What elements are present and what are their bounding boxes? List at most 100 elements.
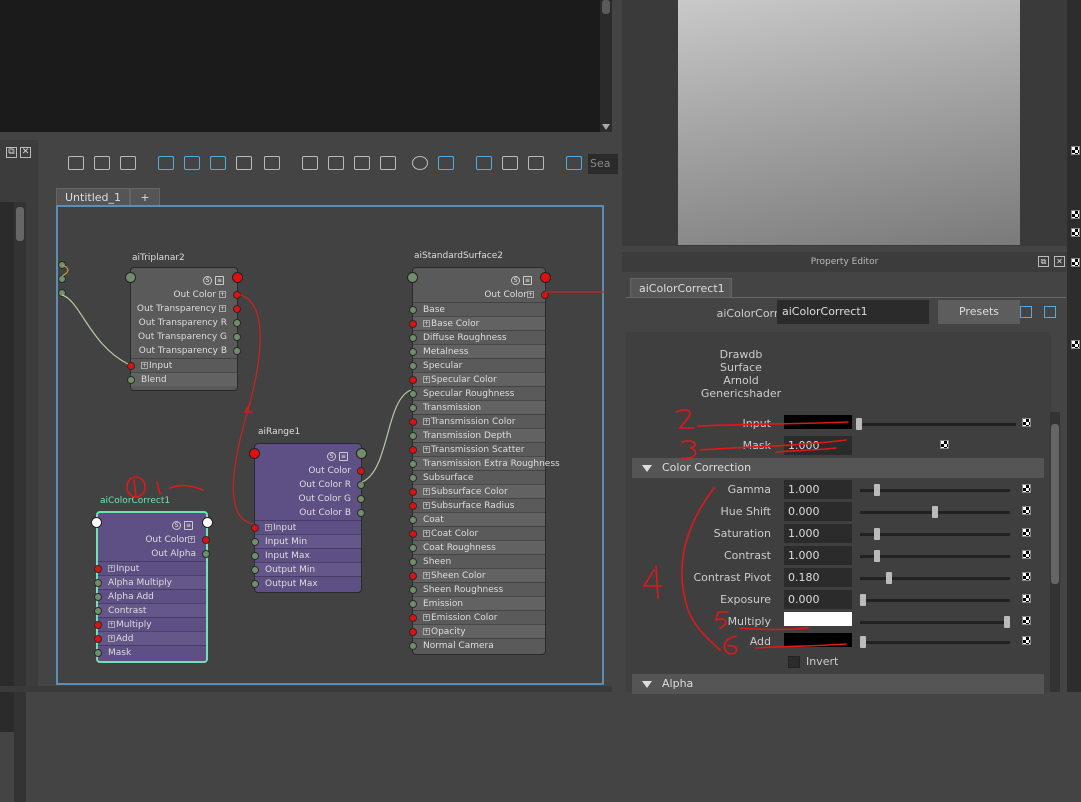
port-sheen-roughness[interactable]: Sheen Roughness bbox=[409, 582, 545, 596]
swatch-icon[interactable] bbox=[438, 156, 454, 170]
map-button-icon[interactable] bbox=[1022, 418, 1031, 427]
gamma-field[interactable]: 1.000 bbox=[784, 480, 852, 499]
port-subsurface[interactable]: Subsurface bbox=[409, 470, 545, 484]
swatch-toggle-icon[interactable]: S bbox=[511, 276, 520, 285]
tab-untitled[interactable]: Untitled_1 bbox=[56, 188, 131, 206]
contrast-pivot-slider[interactable] bbox=[860, 572, 1010, 584]
search-icon[interactable] bbox=[412, 156, 428, 170]
port-base-color[interactable]: + Base Color bbox=[409, 316, 545, 330]
hue-shift-field[interactable]: 0.000 bbox=[784, 502, 852, 521]
remove-icon[interactable] bbox=[264, 156, 280, 170]
input-color-swatch[interactable] bbox=[784, 415, 852, 429]
port-normal-camera[interactable]: Normal Camera bbox=[409, 638, 545, 652]
view-simple-icon[interactable] bbox=[302, 156, 318, 170]
add-tab-button[interactable]: + bbox=[130, 188, 160, 206]
viewport-scrollbar[interactable] bbox=[600, 0, 612, 132]
node-standard-surface[interactable]: S ≡ Out Color+ Base + Base Color Diffuse Rou… bbox=[407, 267, 560, 655]
search-input[interactable]: Sea bbox=[588, 154, 618, 174]
show-icon[interactable] bbox=[1020, 306, 1032, 318]
node-triplanar[interactable]: S ≡ Out Color + Out Transparency + Out Tr… bbox=[125, 267, 243, 391]
map-button-icon[interactable] bbox=[1022, 550, 1031, 559]
input-connections-icon[interactable] bbox=[68, 156, 84, 170]
port-coat[interactable]: Coat bbox=[409, 512, 545, 526]
map-button-icon[interactable] bbox=[1022, 528, 1031, 537]
swatch-toggle-icon[interactable]: S bbox=[172, 521, 181, 530]
port-sheen-color[interactable]: + Sheen Color bbox=[409, 568, 545, 582]
output-connections-icon[interactable] bbox=[120, 156, 136, 170]
graph-icon[interactable] bbox=[236, 156, 252, 170]
viewport-panel[interactable] bbox=[0, 0, 612, 132]
port-specular-roughness[interactable]: Specular Roughness bbox=[409, 386, 545, 400]
map-button-icon[interactable] bbox=[940, 440, 949, 449]
map-button-icon[interactable] bbox=[1022, 616, 1031, 625]
align-icon[interactable] bbox=[210, 156, 226, 170]
close-icon[interactable]: ✕ bbox=[20, 147, 31, 158]
map-button-icon[interactable] bbox=[1022, 594, 1031, 603]
expand-icon[interactable]: ≡ bbox=[523, 276, 532, 285]
input-output-connections-icon[interactable] bbox=[94, 156, 110, 170]
saturation-field[interactable]: 1.000 bbox=[784, 524, 852, 543]
view-connected-icon[interactable] bbox=[328, 156, 344, 170]
multiply-slider[interactable] bbox=[860, 616, 1010, 628]
float-window-icon[interactable]: ⧉ bbox=[6, 147, 17, 158]
grid-icon[interactable] bbox=[476, 156, 492, 170]
view-custom-icon[interactable] bbox=[380, 156, 396, 170]
port-emission-color[interactable]: + Emission Color bbox=[409, 610, 545, 624]
pin-icon[interactable] bbox=[566, 156, 582, 170]
swatch-toggle-icon[interactable]: S bbox=[327, 452, 336, 461]
section-color-correction[interactable]: Color Correction bbox=[632, 458, 1044, 478]
port-transmission[interactable]: Transmission bbox=[409, 400, 545, 414]
contrast-field[interactable]: 1.000 bbox=[784, 546, 852, 565]
expand-icon[interactable]: ≡ bbox=[215, 276, 224, 285]
map-button-icon[interactable] bbox=[1022, 506, 1031, 515]
mask-field[interactable]: 1.000 bbox=[784, 436, 852, 455]
presets-button[interactable]: Presets bbox=[938, 300, 1020, 324]
saturation-slider[interactable] bbox=[860, 528, 1010, 540]
close-icon[interactable]: ✕ bbox=[1054, 256, 1065, 267]
port-opacity[interactable]: + Opacity bbox=[409, 624, 545, 638]
port-coat-color[interactable]: + Coat Color bbox=[409, 526, 545, 540]
exposure-field[interactable]: 0.000 bbox=[784, 590, 852, 609]
node-color-correct[interactable]: S ≡ Out Color+ Out Alpha + Input Alpha Mul… bbox=[91, 511, 213, 663]
port-sheen[interactable]: Sheen bbox=[409, 554, 545, 568]
left-scrollbar[interactable] bbox=[14, 202, 26, 802]
port-transmission-depth[interactable]: Transmission Depth bbox=[409, 428, 545, 442]
section-alpha[interactable]: Alpha bbox=[632, 674, 1044, 694]
partial-node[interactable] bbox=[58, 261, 66, 305]
port-subsurface-radius[interactable]: + Subsurface Radius bbox=[409, 498, 545, 512]
float-window-icon[interactable]: ⧉ bbox=[1038, 256, 1049, 267]
hue-shift-slider[interactable] bbox=[860, 506, 1010, 518]
node-graph-canvas[interactable]: aiTriplanar2 S ≡ Out Color + Out Transpar… bbox=[56, 205, 604, 685]
expand-icon[interactable]: ≡ bbox=[339, 452, 348, 461]
add-color-swatch[interactable] bbox=[784, 633, 852, 647]
node-name-field[interactable]: aiColorCorrect1 bbox=[777, 300, 929, 324]
layout-icon[interactable] bbox=[184, 156, 200, 170]
map-button-icon[interactable] bbox=[1022, 572, 1031, 581]
map-button-icon[interactable] bbox=[1022, 484, 1031, 493]
multiply-color-swatch[interactable] bbox=[784, 612, 852, 626]
input-slider[interactable] bbox=[856, 418, 1016, 430]
port-metalness[interactable]: Metalness bbox=[409, 344, 545, 358]
port-transmission-scatter[interactable]: + Transmission Scatter bbox=[409, 442, 545, 456]
port-subsurface-color[interactable]: + Subsurface Color bbox=[409, 484, 545, 498]
map-button-icon[interactable] bbox=[1022, 636, 1031, 645]
port-transmission-color[interactable]: + Transmission Color bbox=[409, 414, 545, 428]
snap-icon[interactable] bbox=[502, 156, 518, 170]
gamma-slider[interactable] bbox=[860, 484, 1010, 496]
port-diffuse-roughness[interactable]: Diffuse Roughness bbox=[409, 330, 545, 344]
port-specular[interactable]: Specular bbox=[409, 358, 545, 372]
property-editor-scrollbar[interactable] bbox=[1050, 412, 1060, 692]
port-emission[interactable]: Emission bbox=[409, 596, 545, 610]
expand-icon[interactable]: ≡ bbox=[184, 521, 193, 530]
frame-all-icon[interactable] bbox=[158, 156, 174, 170]
hide-icon[interactable] bbox=[1044, 306, 1056, 318]
tab-ai-color-correct[interactable]: aiColorCorrect1 bbox=[630, 278, 732, 298]
view-full-icon[interactable] bbox=[354, 156, 370, 170]
port-specular-color[interactable]: + Specular Color bbox=[409, 372, 545, 386]
swatch-toggle-icon[interactable]: S bbox=[203, 276, 212, 285]
port-coat-roughness[interactable]: Coat Roughness bbox=[409, 540, 545, 554]
contrast-pivot-field[interactable]: 0.180 bbox=[784, 568, 852, 587]
exposure-slider[interactable] bbox=[860, 594, 1010, 606]
port-base[interactable]: Base bbox=[409, 302, 545, 316]
port-transmission-extra-roughness[interactable]: Transmission Extra Roughness bbox=[409, 456, 560, 470]
